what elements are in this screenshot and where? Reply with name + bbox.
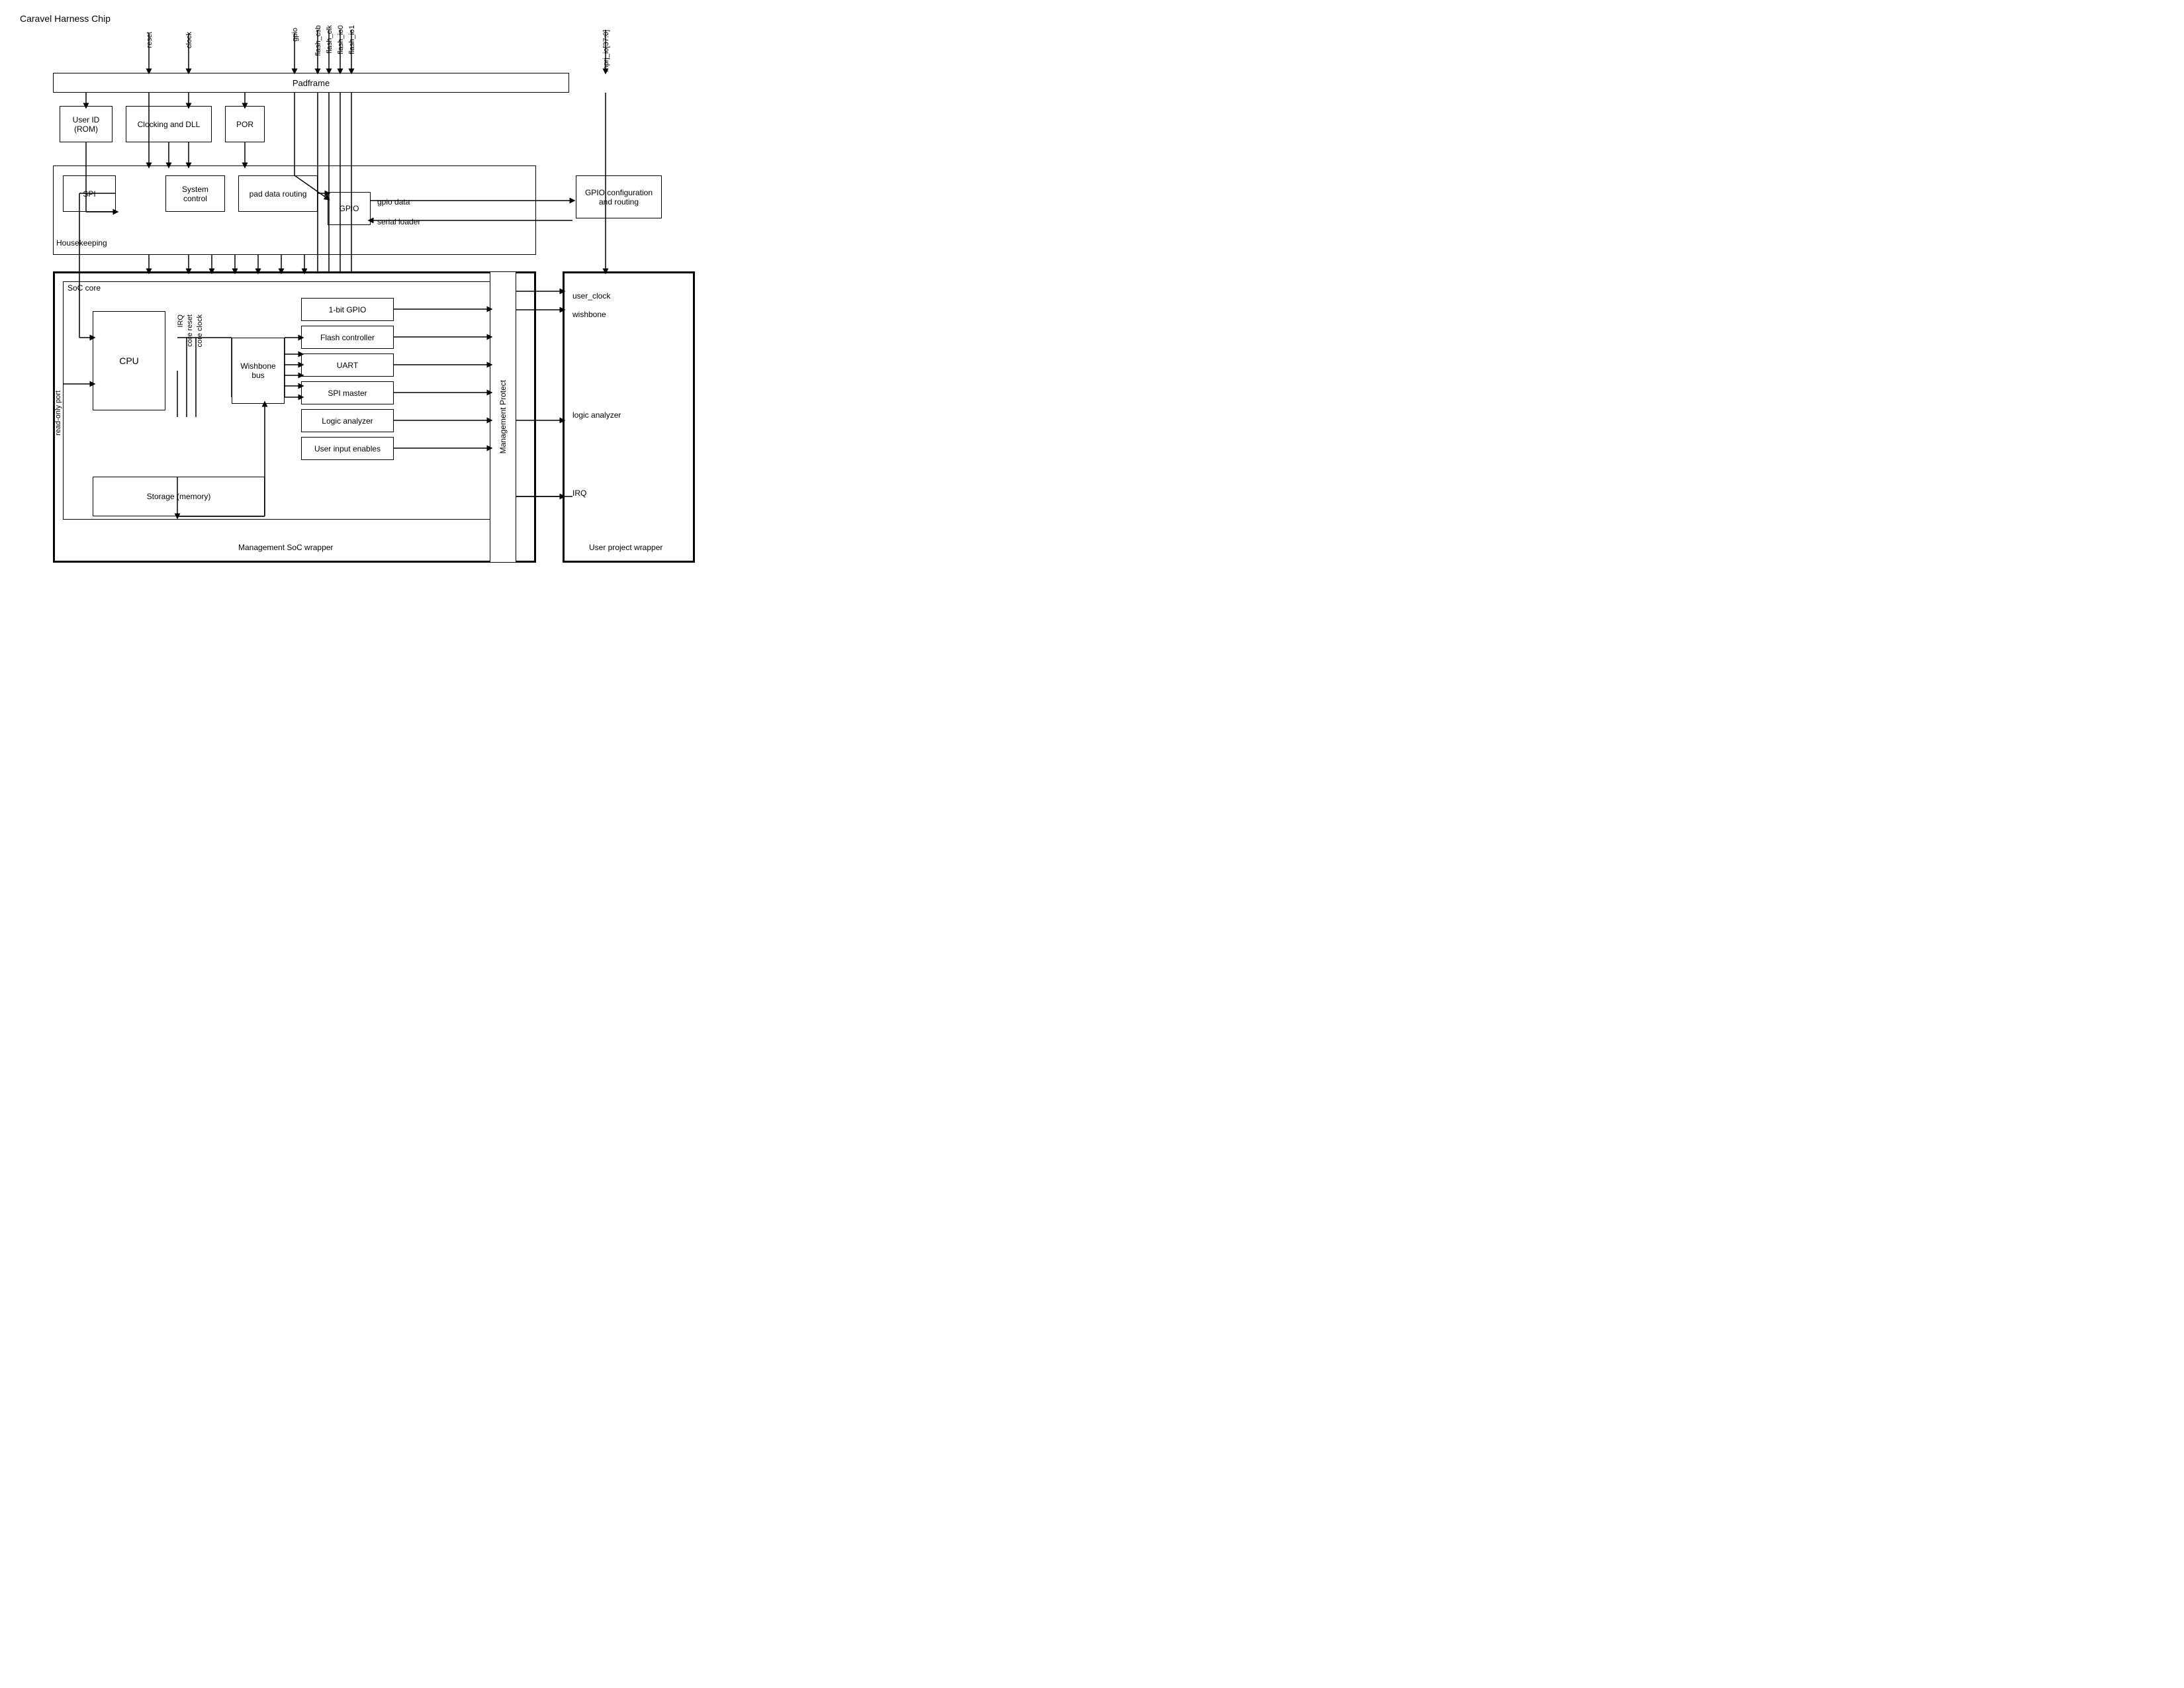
reset-label: reset — [146, 32, 154, 48]
read-only-port-label: read-only port — [54, 391, 62, 436]
irq-cpu-label: IRQ — [177, 314, 185, 328]
gpio-hk-box: GPIO — [328, 192, 371, 225]
user-project-label: User project wrapper — [589, 543, 662, 552]
cpu-label: CPU — [119, 355, 139, 366]
wishbone-label: Wishbonebus — [240, 361, 275, 380]
user-clock-inner-label: user_clock — [572, 291, 610, 301]
padframe-box: Padframe — [53, 73, 569, 93]
serial-loader-label: serial loader — [377, 217, 420, 226]
padframe-label: Padframe — [293, 78, 330, 88]
userid-box: User ID(ROM) — [60, 106, 113, 142]
clock-label: clock — [185, 32, 193, 48]
syscontrol-label: Systemcontrol — [182, 185, 208, 203]
spi-master-box: SPI master — [301, 381, 394, 404]
spi-label: SPI — [83, 189, 95, 199]
gpio-label: gpio — [291, 28, 299, 42]
clocking-label: Clocking and DLL — [138, 120, 201, 129]
core-reset-label: core reset — [186, 314, 194, 347]
flash-csb-label: flash_csb — [314, 25, 322, 56]
cpu-box: CPU — [93, 311, 165, 410]
gpio-data-label: gpio data — [377, 197, 410, 207]
irq-inner-label: IRQ — [572, 489, 586, 498]
storage-box: Storage (memory) — [93, 477, 265, 516]
clocking-box: Clocking and DLL — [126, 106, 212, 142]
storage-label: Storage (memory) — [147, 492, 211, 501]
flash-clk-label: flash_clk — [326, 25, 334, 54]
wishbone-box: Wishbonebus — [232, 338, 285, 404]
padrouting-label: pad data routing — [250, 189, 307, 199]
flash-ctrl-box: Flash controller — [301, 326, 394, 349]
logic-analyzer-inner-label: logic analyzer — [572, 410, 621, 420]
gpio-1bit-box: 1-bit GPIO — [301, 298, 394, 321]
syscontrol-box: Systemcontrol — [165, 175, 225, 212]
mgmt-soc-wrapper-label: Management SoC wrapper — [238, 543, 333, 552]
chip-title: Caravel Harness Chip — [20, 13, 111, 24]
mgmt-protect-label: Management Protect — [498, 380, 508, 453]
mgmt-protect-box: Management Protect — [490, 271, 516, 563]
mprj-io-label: mprj_io[37:0] — [602, 30, 610, 72]
gpio-hk-label: GPIO — [339, 204, 359, 213]
core-clock-label: core clock — [196, 314, 204, 348]
soc-core-label: SoC core — [68, 283, 101, 293]
flash-io1-label: flash_io1 — [348, 25, 356, 54]
flash-io0-label: flash_io0 — [337, 25, 345, 54]
logic-analyzer-box: Logic analyzer — [301, 409, 394, 432]
user-input-box: User input enables — [301, 437, 394, 460]
uart-label: UART — [337, 361, 358, 370]
user-input-label: User input enables — [314, 444, 381, 453]
housekeeping-label: Housekeeping — [56, 238, 107, 248]
por-label: POR — [236, 120, 253, 129]
diagram-container: Caravel Harness Chip reset clock gpio fl… — [13, 13, 715, 583]
por-box: POR — [225, 106, 265, 142]
gpio-config-box: GPIO configurationand routing — [576, 175, 662, 218]
gpio-1bit-label: 1-bit GPIO — [329, 305, 367, 314]
userid-label: User ID(ROM) — [73, 115, 100, 134]
spi-master-label: SPI master — [328, 389, 367, 398]
padrouting-box: pad data routing — [238, 175, 318, 212]
logic-analyzer-label: Logic analyzer — [322, 416, 373, 426]
wishbone-inner-label: wishbone — [572, 310, 606, 319]
flash-ctrl-label: Flash controller — [320, 333, 375, 342]
gpio-config-label: GPIO configurationand routing — [585, 188, 653, 207]
uart-box: UART — [301, 353, 394, 377]
spi-box: SPI — [63, 175, 116, 212]
